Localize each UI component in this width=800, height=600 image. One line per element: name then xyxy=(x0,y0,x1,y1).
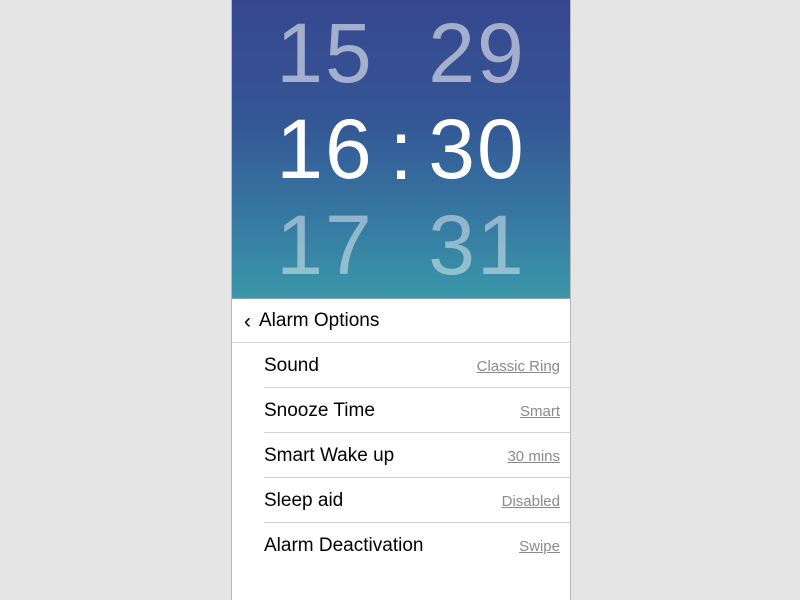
time-picker-grid: 15 16 17 : 29 30 31 xyxy=(232,0,570,298)
option-sleep-aid[interactable]: Sleep aid Disabled xyxy=(264,478,570,523)
page-title: Alarm Options xyxy=(259,310,379,332)
time-picker[interactable]: 15 16 17 : 29 30 31 xyxy=(232,0,570,299)
hour-column[interactable]: 15 16 17 xyxy=(276,11,373,287)
options-header: ‹ Alarm Options xyxy=(232,299,570,343)
option-smart-wake-up[interactable]: Smart Wake up 30 mins xyxy=(264,433,570,478)
option-alarm-deactivation[interactable]: Alarm Deactivation Swipe xyxy=(264,523,570,567)
time-colon: : xyxy=(389,108,412,192)
minute-current: 30 xyxy=(428,107,525,191)
hour-current: 16 xyxy=(276,107,373,191)
option-value[interactable]: Swipe xyxy=(519,538,560,555)
minute-column[interactable]: 29 30 31 xyxy=(428,11,525,287)
back-icon[interactable]: ‹ xyxy=(244,311,251,332)
option-label: Sleep aid xyxy=(264,490,343,512)
option-value[interactable]: Disabled xyxy=(502,493,560,510)
option-value[interactable]: 30 mins xyxy=(507,448,560,465)
option-label: Alarm Deactivation xyxy=(264,535,423,557)
minute-prev: 29 xyxy=(428,11,525,95)
option-value[interactable]: Classic Ring xyxy=(477,358,560,375)
option-label: Smart Wake up xyxy=(264,445,394,467)
minute-next: 31 xyxy=(428,203,525,287)
option-sound[interactable]: Sound Classic Ring xyxy=(264,343,570,388)
alarm-settings-screen: 15 16 17 : 29 30 31 ‹ Alarm Options Soun… xyxy=(231,0,571,600)
option-label: Snooze Time xyxy=(264,400,375,422)
option-label: Sound xyxy=(264,355,319,377)
hour-prev: 15 xyxy=(276,11,373,95)
hour-next: 17 xyxy=(276,203,373,287)
option-snooze-time[interactable]: Snooze Time Smart xyxy=(264,388,570,433)
option-value[interactable]: Smart xyxy=(520,403,560,420)
options-list: Sound Classic Ring Snooze Time Smart Sma… xyxy=(232,343,570,567)
